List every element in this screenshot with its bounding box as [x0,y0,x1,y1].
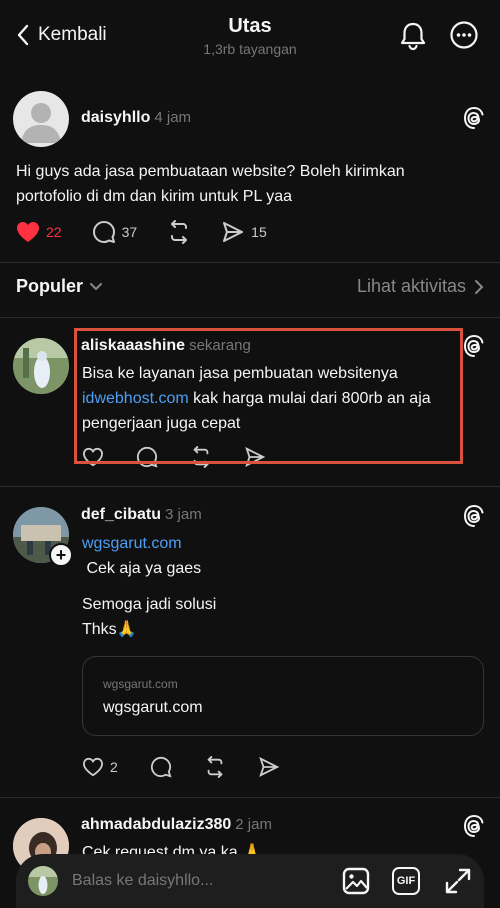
send-icon [258,756,280,778]
avatar[interactable] [13,91,69,147]
comment-icon [150,756,172,778]
header: Kembali Utas 1,3rb tayangan [0,0,500,78]
gif-button[interactable]: GIF [392,867,420,895]
reply-time: 2 jam [235,816,272,833]
sort-row: Populer Lihat aktivitas [16,276,484,297]
card-title: wgsgarut.com [103,699,203,716]
reply-text: wgsgarut.com Cek aja ya gaes Semoga jadi… [82,531,462,642]
plus-icon: + [55,545,67,565]
chevron-down-icon [89,282,103,292]
repost-icon [167,220,191,244]
chevron-right-icon [474,279,484,295]
repost-button[interactable] [167,220,191,244]
expand-icon[interactable] [444,867,472,895]
reply-username[interactable]: def_cibatu [81,506,161,524]
reply-line: Thks🙏 [82,621,137,638]
post-meta: daisyhllo 4 jam [81,109,191,127]
reply-time: 3 jam [165,506,202,523]
comment-button[interactable] [150,756,172,778]
like-count: 22 [46,224,62,240]
threads-icon[interactable] [464,505,484,527]
like-count: 2 [110,759,118,775]
divider [0,262,500,263]
threads-icon[interactable] [464,815,484,837]
heart-icon [82,757,104,777]
image-icon[interactable] [342,867,370,895]
reply-meta: ahmadabdulaziz380 2 jam [81,816,272,834]
share-button[interactable]: 15 [221,220,267,244]
reply-line: Semoga jadi solusi [82,596,217,613]
sort-label: Populer [16,276,84,296]
threads-icon[interactable] [464,335,484,357]
reply-username[interactable]: ahmadabdulaziz380 [81,816,231,834]
like-button[interactable]: 2 [82,757,118,777]
reply-link[interactable]: wgsgarut.com [82,531,462,556]
post-username[interactable]: daisyhllo [81,109,150,127]
post-actions: 22 37 15 [16,220,297,244]
post-text: Hi guys ada jasa pembuataan website? Bol… [16,163,405,205]
repost-icon [204,756,226,778]
comment-button[interactable]: 37 [92,220,138,244]
link-preview-card[interactable]: wgsgarut.com wgsgarut.com [82,656,484,736]
sort-dropdown[interactable]: Populer [16,276,103,297]
share-button[interactable] [258,756,280,778]
reply-actions: 2 [82,756,310,778]
follow-plus-button[interactable]: + [49,543,73,567]
avatar [28,866,58,896]
repost-button[interactable] [204,756,226,778]
avatar[interactable] [13,338,69,394]
highlight-box [74,328,463,464]
reply-meta: def_cibatu 3 jam [81,506,202,524]
card-domain: wgsgarut.com [103,677,178,691]
like-button[interactable]: 22 [16,221,62,243]
comment-count: 37 [121,224,138,240]
reply-line: Cek aja ya gaes [82,560,202,577]
share-count: 15 [251,224,267,240]
comment-icon [92,220,116,244]
post-time: 4 jam [154,109,192,126]
threads-icon[interactable] [464,107,484,129]
divider [0,486,500,487]
send-icon [221,220,245,244]
bell-icon[interactable] [398,20,428,52]
activity-label: Lihat aktivitas [356,276,466,296]
reply-composer[interactable]: Balas ke daisyhllo... GIF [16,854,484,908]
heart-filled-icon [16,221,40,243]
divider [0,797,500,798]
more-options-icon[interactable] [449,20,479,50]
view-activity-link[interactable]: Lihat aktivitas [357,276,484,297]
divider [0,317,500,318]
reply-input[interactable]: Balas ke daisyhllo... [72,872,342,890]
